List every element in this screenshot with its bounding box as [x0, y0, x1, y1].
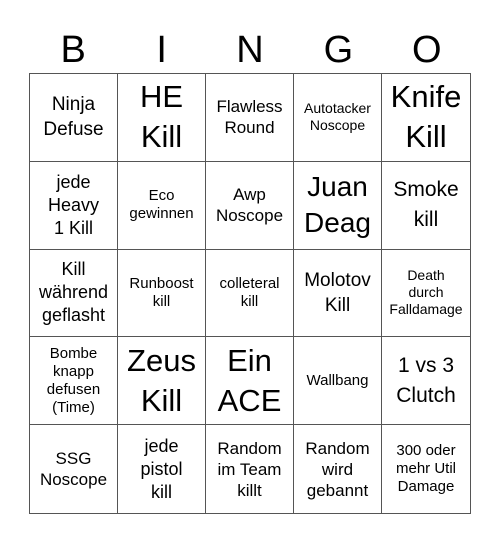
- bingo-card-grid: Ninja Defuse HE Kill Flawless Round Autotac…: [29, 73, 471, 514]
- header-letter-o: O: [412, 29, 442, 71]
- bingo-cell[interactable]: SSG Noscope: [30, 425, 118, 513]
- bingo-cell-label: colleteral kill: [219, 274, 280, 310]
- bingo-header: B I N G O: [29, 28, 471, 73]
- bingo-cell[interactable]: Ninja Defuse: [30, 74, 118, 162]
- bingo-cell-label: Bombe knapp defusen (Time): [46, 344, 101, 416]
- bingo-cell-label: Autotacker Noscope: [304, 100, 371, 134]
- bingo-cell-label: jede Heavy 1 Kill: [47, 171, 100, 238]
- header-letter-i: I: [156, 29, 167, 71]
- bingo-cell-label: 1 vs 3 Clutch: [396, 353, 456, 407]
- bingo-cell-label: 300 oder mehr Util Damage: [395, 442, 456, 496]
- bingo-cell[interactable]: Knife Kill: [382, 74, 470, 162]
- bingo-cell[interactable]: Zeus Kill: [118, 337, 206, 426]
- bingo-cell[interactable]: Eco gewinnen: [118, 161, 206, 250]
- bingo-cell-label: Juan Deag: [304, 171, 371, 239]
- bingo-cell-label: Death durch Falldamage: [389, 267, 463, 318]
- bingo-cell-label: SSG Noscope: [39, 449, 108, 490]
- header-letter-b: B: [60, 29, 86, 71]
- bingo-cell[interactable]: Flawless Round: [206, 74, 294, 162]
- bingo-cell[interactable]: Kill während geflasht: [30, 249, 118, 338]
- bingo-cell-label: Ein ACE: [217, 342, 282, 418]
- bingo-cell-label: Runboost kill: [129, 274, 194, 310]
- bingo-cell[interactable]: Autotacker Noscope: [294, 74, 382, 162]
- bingo-cell[interactable]: jede pistol kill: [118, 425, 206, 513]
- bingo-cell[interactable]: Random wird gebannt: [294, 425, 382, 513]
- bingo-cell[interactable]: 1 vs 3 Clutch: [382, 337, 470, 426]
- bingo-cell[interactable]: Smoke kill: [382, 162, 470, 250]
- bingo-cell-label: Ninja Defuse: [43, 94, 104, 141]
- bingo-cell-label: Molotov Kill: [304, 269, 371, 316]
- bingo-cell-label: Flawless Round: [216, 97, 283, 138]
- bingo-cell-label: Smoke kill: [393, 178, 459, 232]
- bingo-cell[interactable]: Juan Deag: [294, 161, 382, 250]
- bingo-cell-label: jede pistol kill: [140, 435, 183, 502]
- bingo-cell[interactable]: Runboost kill: [118, 249, 206, 338]
- bingo-cell[interactable]: Bombe knapp defusen (Time): [30, 337, 118, 426]
- header-letter-g: G: [323, 29, 354, 71]
- bingo-cell[interactable]: HE Kill: [118, 74, 206, 162]
- bingo-cell[interactable]: Death durch Falldamage: [382, 250, 470, 338]
- bingo-cell[interactable]: jede Heavy 1 Kill: [30, 161, 118, 250]
- bingo-cell-label: Zeus Kill: [127, 342, 196, 418]
- bingo-cell[interactable]: Random im Team killt: [206, 425, 294, 513]
- bingo-cell[interactable]: colleteral kill: [206, 249, 294, 338]
- bingo-cell-label: HE Kill: [139, 79, 184, 155]
- bingo-cell[interactable]: Wallbang: [294, 337, 382, 426]
- bingo-cell-label: Knife Kill: [390, 79, 462, 155]
- bingo-cell-label: Eco gewinnen: [129, 187, 194, 223]
- bingo-cell[interactable]: 300 oder mehr Util Damage: [382, 425, 470, 513]
- bingo-cell-label: Random wird gebannt: [305, 438, 370, 500]
- bingo-cell[interactable]: Molotov Kill: [294, 249, 382, 338]
- bingo-cell-label: Kill während geflasht: [38, 259, 109, 326]
- bingo-cell-label: Awp Noscope: [215, 185, 284, 226]
- bingo-cell[interactable]: Ein ACE: [206, 337, 294, 426]
- bingo-cell-label: Random im Team killt: [217, 438, 282, 500]
- bingo-cell-label: Wallbang: [306, 371, 369, 389]
- header-letter-n: N: [236, 29, 264, 71]
- bingo-cell[interactable]: Awp Noscope: [206, 161, 294, 250]
